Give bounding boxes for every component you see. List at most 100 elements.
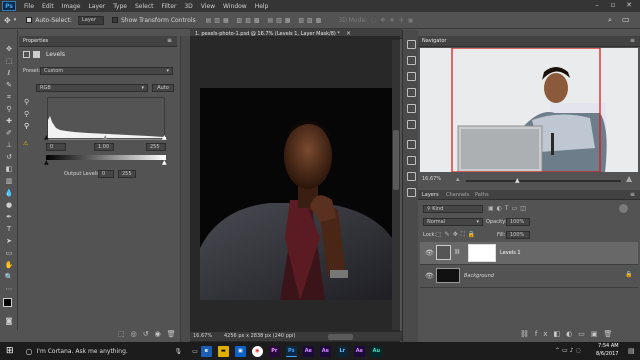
layer-filter-icons[interactable]: ▣◐T▭◫ [488,205,529,212]
menu-filter[interactable]: Filter [162,3,177,10]
menu-image[interactable]: Image [62,3,81,10]
store-icon[interactable]: ▣ [234,345,246,357]
brush-tool-icon[interactable]: ✐ [4,128,14,138]
cortana-search[interactable]: I'm Cortana. Ask me anything. [37,348,167,355]
chrome-icon[interactable]: ◉ [251,345,263,357]
layer-row-background[interactable]: 👁 Background 🔒 [420,265,638,288]
hand-tool-icon[interactable]: ✋ [4,260,14,270]
healing-tool-icon[interactable]: ✚ [4,116,14,126]
zoom-out-icon[interactable]: ▴ [456,175,460,183]
app-pr-icon[interactable]: Pr [268,345,280,357]
quick-select-tool-icon[interactable]: ✎ [4,80,14,90]
preset-dropdown[interactable]: Custom ▾ [40,67,173,75]
eraser-tool-icon[interactable]: ◧ [4,164,14,174]
clipping-warning-icon[interactable]: ⚠ [23,140,28,147]
cortana-icon[interactable]: ○ [26,347,33,356]
character-panel-icon[interactable] [407,104,416,113]
paragraph-panel-icon[interactable] [407,120,416,129]
color-panel-icon[interactable] [407,172,416,181]
chain-link-icon[interactable]: ⛓ [454,249,460,255]
input-black-slider[interactable]: ▲ [44,134,49,141]
app-ps-icon[interactable]: Ps [285,345,297,357]
clone-stamp-tool-icon[interactable]: ⊥ [4,140,14,150]
auto-select-dropdown[interactable]: Layer [77,15,104,25]
maximize-icon[interactable]: ▫ [606,1,620,11]
search-icon[interactable]: ⌕ [608,16,612,25]
layers-footer-icons[interactable]: ⛓fx◧◐▭▣🗑 [520,330,618,338]
app-lr-icon[interactable]: Lr [336,345,348,357]
visibility-eye-icon[interactable]: 👁 [425,249,434,257]
microphone-icon[interactable]: 🎙 [175,348,183,355]
marquee-tool-icon[interactable]: ⬚ [4,56,14,66]
menu-type[interactable]: Type [113,3,127,10]
navigator-zoom[interactable]: 16.67% [422,176,441,182]
navigator-tab[interactable]: Navigator [422,38,446,44]
more-tools-icon[interactable]: ⋯ [4,284,14,294]
layers-menu-icon[interactable]: ≡ [630,191,635,198]
minimize-icon[interactable]: – [590,1,604,11]
app-ae-icon[interactable]: Ae [302,345,314,357]
menu-view[interactable]: View [201,3,215,10]
windows-start-icon[interactable]: ⊞ [6,346,14,356]
crop-tool-icon[interactable]: ⌗ [4,92,14,102]
output-black-slider[interactable]: ▲ [44,159,49,166]
tab-channels[interactable]: Channels [446,192,469,198]
output-white-slider[interactable]: ▲ [162,159,167,166]
clock-time[interactable]: 7:54 AM [598,343,619,349]
input-white-slider[interactable]: ▲ [162,134,167,141]
output-black-field[interactable]: 0 [98,170,114,178]
history-brush-tool-icon[interactable]: ↺ [4,152,14,162]
layer-mask-thumb[interactable] [468,244,496,262]
quick-mask-icon[interactable]: ◙ [4,316,14,326]
blend-mode-dropdown[interactable]: Normal ▾ [423,218,483,226]
menu-file[interactable]: File [24,3,34,10]
zoom-in-icon[interactable]: ▲ [626,174,632,183]
layer-name[interactable]: Levels 1 [500,250,521,256]
layer-row-levels[interactable]: 👁 ⛓ Levels 1 [420,242,638,265]
blur-tool-icon[interactable]: 💧 [4,188,14,198]
notification-icon[interactable]: ▤ [628,347,635,355]
auto-button[interactable]: Auto [152,84,174,92]
gray-point-eyedropper-icon[interactable]: ⚲ [24,110,29,118]
zoom-slider-thumb[interactable]: ▲ [515,177,520,184]
dodge-tool-icon[interactable]: ● [4,200,14,210]
shape-tool-icon[interactable]: ▭ [4,248,14,258]
menu-layer[interactable]: Layer [88,3,105,10]
edge-icon[interactable]: e [200,345,212,357]
menu-select[interactable]: Select [135,3,154,10]
filter-toggle[interactable] [619,204,628,213]
history-panel-icon[interactable] [407,40,416,49]
move-tool-icon[interactable]: ✥ [4,16,11,25]
properties-footer-icons[interactable]: ⬚◎↺◉🗑 [118,330,182,338]
pen-tool-icon[interactable]: ✒ [4,212,14,222]
visibility-eye-icon[interactable]: 👁 [425,272,434,280]
input-gamma-slider[interactable]: ▲ [103,134,108,141]
mask-icon[interactable] [33,51,40,58]
path-select-tool-icon[interactable]: ➤ [4,236,14,246]
menu-edit[interactable]: Edit [42,3,54,10]
navigator-preview[interactable] [420,48,638,172]
opacity-field[interactable]: 100% [506,218,530,226]
zoom-tool-icon[interactable]: 🔍 [4,272,14,282]
white-point-eyedropper-icon[interactable]: ⚲ [24,122,29,130]
photo-canvas[interactable] [200,88,392,300]
task-view-icon[interactable]: ▭ [192,348,198,355]
fill-field[interactable]: 100% [506,231,530,239]
file-explorer-icon[interactable]: ▬ [217,345,229,357]
zoom-level[interactable]: 16.67% [193,333,212,339]
vertical-scrollbar[interactable] [392,40,400,330]
adjustments-panel-icon[interactable] [407,72,416,81]
navigator-menu-icon[interactable]: ≡ [630,37,635,44]
type-tool-icon[interactable]: T [4,224,14,234]
vertical-scroll-thumb[interactable] [393,130,399,190]
tab-layers[interactable]: Layers [422,192,439,198]
lasso-tool-icon[interactable]: ℓ [4,68,14,78]
clock-date[interactable]: 8/6/2017 [596,351,618,357]
properties-tab[interactable]: Properties [23,38,48,44]
tray-icons[interactable]: ⌃▭♪◌ [555,347,583,354]
layer-name[interactable]: Background [464,273,494,279]
panel-menu-icon[interactable]: ≡ [167,37,172,44]
output-white-field[interactable]: 255 [118,170,136,178]
app-au-icon[interactable]: Au [370,345,382,357]
auto-select-checkbox[interactable] [26,17,33,23]
